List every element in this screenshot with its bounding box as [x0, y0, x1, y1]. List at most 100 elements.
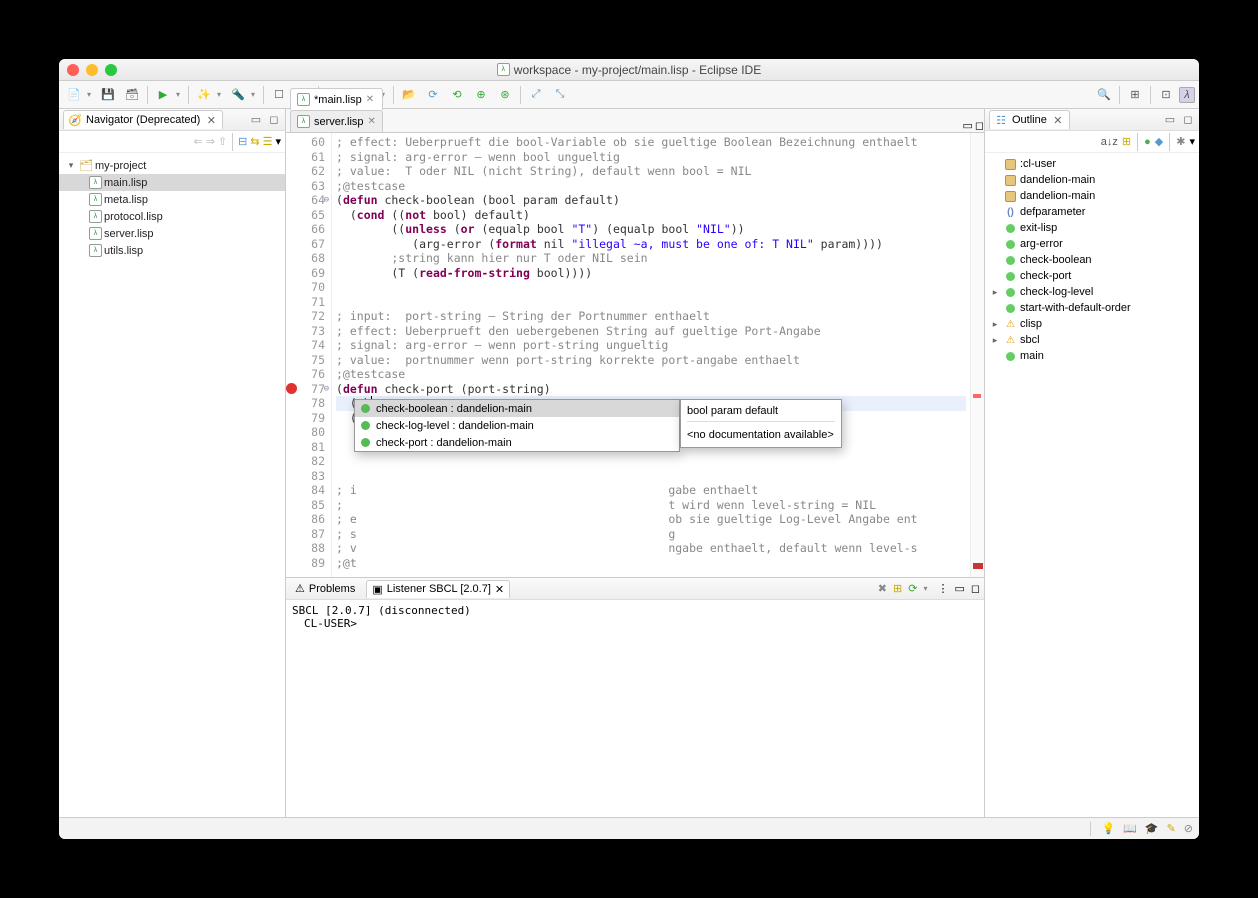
collapse-button[interactable]: ⤡	[549, 84, 571, 106]
sort-az-icon[interactable]: a↓z	[1101, 136, 1118, 148]
twisty-icon[interactable]: ▸	[989, 335, 1001, 346]
file-label: meta.lisp	[104, 194, 148, 206]
outline-item[interactable]: ▸⚠sbcl	[985, 332, 1199, 348]
max-bottom-icon[interactable]: ◻	[971, 582, 980, 595]
project-node[interactable]: ▾ 🗂 my-project	[59, 157, 285, 174]
status-book-icon[interactable]: 📖	[1123, 822, 1137, 835]
file-node[interactable]: protocol.lisp	[59, 208, 285, 225]
twisty-icon[interactable]: ▸	[989, 287, 1001, 298]
search-button[interactable]: 🔦	[227, 84, 249, 106]
close-window-button[interactable]	[67, 64, 79, 76]
code-editor[interactable]: 6061626364656667686970717273747576777879…	[286, 133, 984, 577]
refresh-button[interactable]: ⟳	[422, 84, 444, 106]
toggle-button[interactable]: ☐	[268, 84, 290, 106]
status-tip-icon[interactable]: 💡	[1101, 822, 1115, 835]
completion-item[interactable]: check-port : dandelion-main	[355, 434, 679, 451]
outline-item[interactable]: :cl-user	[985, 156, 1199, 172]
pkg-console-icon[interactable]: ⊞	[893, 582, 902, 595]
close-tab-icon[interactable]: ✕	[495, 583, 504, 596]
file-node[interactable]: utils.lisp	[59, 242, 285, 259]
expand-button[interactable]: ⤢	[525, 84, 547, 106]
outline-item[interactable]: check-port	[985, 268, 1199, 284]
status-hat-icon[interactable]: 🎓	[1145, 822, 1159, 835]
outline-item[interactable]: check-boolean	[985, 252, 1199, 268]
completion-popup[interactable]: check-boolean : dandelion-maincheck-log-…	[354, 399, 680, 452]
completion-item[interactable]: check-boolean : dandelion-main	[355, 400, 679, 417]
link-editor-icon[interactable]: ⇆	[250, 135, 259, 148]
minimize-editor-icon[interactable]: ▭	[962, 119, 972, 132]
overview-ruler[interactable]	[970, 133, 984, 577]
compile-button[interactable]: ⊕	[470, 84, 492, 106]
completion-doc-popup: bool param default <no documentation ava…	[680, 399, 842, 448]
outline-item[interactable]: start-with-default-order	[985, 300, 1199, 316]
filter-var-icon[interactable]: ◆	[1155, 135, 1163, 148]
editor-tab[interactable]: server.lisp✕	[290, 110, 383, 132]
eval-button[interactable]: ⊛	[494, 84, 516, 106]
outline-item[interactable]: exit-lisp	[985, 220, 1199, 236]
navigator-tab[interactable]: 🧭 Navigator (Deprecated) ✕	[63, 110, 223, 129]
maximize-view-icon[interactable]: ◻	[267, 113, 281, 127]
file-node[interactable]: main.lisp	[59, 174, 285, 191]
filter-fn-icon[interactable]: ●	[1144, 136, 1151, 148]
nav-fwd-icon[interactable]: ⇒	[206, 135, 215, 148]
minimize-window-button[interactable]	[86, 64, 98, 76]
code-area[interactable]: ; effect: Ueberprueft die bool-Variable …	[332, 133, 970, 577]
maximize-editor-icon[interactable]: ◻	[975, 119, 984, 132]
min-outline-icon[interactable]: ▭	[1163, 113, 1177, 127]
close-view-icon[interactable]: ✕	[204, 113, 218, 127]
function-icon	[1004, 270, 1017, 283]
open-folder-button[interactable]: 📂	[398, 84, 420, 106]
editor-tab[interactable]: *main.lisp✕	[290, 88, 383, 110]
switch-perspective-button[interactable]: ⊡	[1155, 84, 1177, 106]
max-outline-icon[interactable]: ◻	[1181, 113, 1195, 127]
outline-tree[interactable]: :cl-userdandelion-maindandelion-main()de…	[985, 153, 1199, 817]
file-label: protocol.lisp	[104, 211, 163, 223]
filter-macro-icon[interactable]: ✱	[1176, 135, 1185, 148]
close-outline-icon[interactable]: ✕	[1051, 113, 1065, 127]
twisty-icon[interactable]: ▾	[65, 160, 77, 171]
view-menu-icon[interactable]: ▾	[275, 135, 281, 148]
outline-item[interactable]: ▸ check-log-level	[985, 284, 1199, 300]
run-button[interactable]: ▶	[152, 84, 174, 106]
outline-menu-icon[interactable]: ▾	[1189, 135, 1195, 148]
wand-button[interactable]: ✨	[193, 84, 215, 106]
outline-tab[interactable]: ☷ Outline ✕	[989, 110, 1070, 129]
reconnect-icon[interactable]: ⟳	[908, 582, 917, 595]
status-stop-icon[interactable]: ⊘	[1184, 822, 1193, 835]
close-tab-icon[interactable]: ✕	[368, 116, 376, 127]
status-edit-icon[interactable]: ✎	[1167, 822, 1176, 835]
minimize-view-icon[interactable]: ▭	[249, 113, 263, 127]
save-button[interactable]: 💾	[97, 84, 119, 106]
outline-item[interactable]: main	[985, 348, 1199, 364]
new-button[interactable]: 📄	[63, 84, 85, 106]
problems-tab[interactable]: ⚠ Problems	[290, 580, 360, 597]
outline-item[interactable]: dandelion-main	[985, 172, 1199, 188]
console-body[interactable]: SBCL [2.0.7] (disconnected) CL-USER>	[286, 600, 984, 817]
reload-file-button[interactable]: ⟲	[446, 84, 468, 106]
nav-up-icon[interactable]: ⇧	[218, 135, 227, 148]
filter-icon[interactable]: ☰	[263, 135, 273, 148]
save-all-button[interactable]: 🗃	[121, 84, 143, 106]
outline-item[interactable]: arg-error	[985, 236, 1199, 252]
listener-tab[interactable]: ▣ Listener SBCL [2.0.7] ✕	[366, 580, 510, 598]
outline-label: check-log-level	[1020, 286, 1093, 298]
close-tab-icon[interactable]: ✕	[366, 94, 374, 105]
nav-back-icon[interactable]: ⇐	[194, 135, 203, 148]
collapse-all-icon[interactable]: ⊟	[238, 135, 247, 148]
navigator-tree[interactable]: ▾ 🗂 my-project main.lisp meta.lisp protoco…	[59, 153, 285, 817]
console-menu-icon[interactable]: ⋮	[937, 582, 948, 595]
min-bottom-icon[interactable]: ▭	[954, 582, 964, 595]
completion-item[interactable]: check-log-level : dandelion-main	[355, 417, 679, 434]
outline-item[interactable]: ▸⚠clisp	[985, 316, 1199, 332]
quick-access-button[interactable]: 🔍	[1093, 84, 1115, 106]
outline-item[interactable]: dandelion-main	[985, 188, 1199, 204]
twisty-icon[interactable]: ▸	[989, 319, 1001, 330]
outline-item[interactable]: ()defparameter	[985, 204, 1199, 220]
file-node[interactable]: meta.lisp	[59, 191, 285, 208]
lisp-perspective-button[interactable]: λ	[1179, 87, 1195, 103]
open-perspective-button[interactable]: ⊞	[1124, 84, 1146, 106]
file-node[interactable]: server.lisp	[59, 225, 285, 242]
filter-pkg-icon[interactable]: ⊞	[1122, 135, 1131, 148]
clear-console-icon[interactable]: ✖	[878, 582, 887, 595]
zoom-window-button[interactable]	[105, 64, 117, 76]
